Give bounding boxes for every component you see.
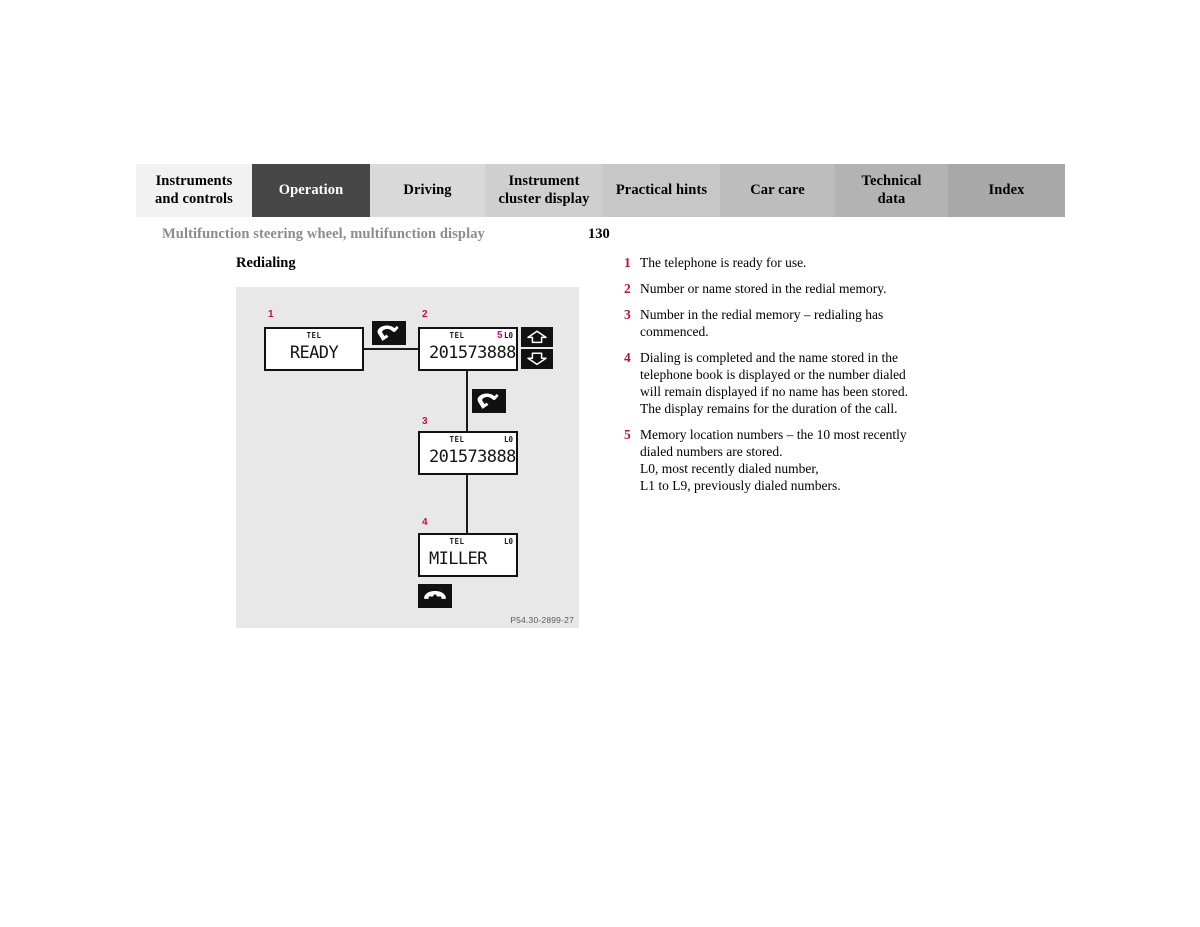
- legend-text: Number in the redial memory – redialing …: [640, 307, 884, 339]
- tab-label: Instruments and controls: [155, 173, 233, 207]
- callout-1: 1: [268, 309, 274, 320]
- tab-practical-hints[interactable]: Practical hints: [603, 164, 720, 217]
- tab-label: Practical hints: [615, 181, 708, 198]
- tab-label: Instrument cluster display: [498, 173, 590, 207]
- running-header-title: Multifunction steering wheel, multifunct…: [162, 226, 485, 242]
- scroll-up-icon[interactable]: [521, 327, 553, 347]
- tab-label: Driving: [403, 181, 452, 198]
- figure-caption: P54.30-2899-27: [510, 615, 574, 625]
- display-value: 201573888: [429, 447, 516, 467]
- display-tel-label: TEL: [306, 331, 322, 340]
- display-value: MILLER: [429, 549, 487, 569]
- legend-item-4: 4 Dialing is completed and the name stor…: [624, 349, 964, 417]
- display-box-3: TEL L0 201573888: [418, 431, 518, 475]
- tab-label: Index: [988, 181, 1025, 198]
- scroll-down-icon[interactable]: [521, 349, 553, 369]
- memory-location-label: L0: [503, 331, 513, 340]
- legend-number: 5: [624, 427, 631, 442]
- legend-number: 3: [624, 307, 631, 322]
- tab-label: Car care: [750, 181, 805, 198]
- page-number: 130: [588, 226, 610, 242]
- connector-box2-to-box3: [466, 371, 468, 431]
- tab-index[interactable]: Index: [948, 164, 1065, 217]
- section-title: Redialing: [236, 255, 296, 271]
- display-value: 201573888: [429, 343, 516, 363]
- tab-car-care[interactable]: Car care: [720, 164, 835, 217]
- callout-4: 4: [422, 517, 428, 528]
- legend-text: Number or name stored in the redial memo…: [640, 281, 887, 296]
- phone-pickup-icon-1[interactable]: [372, 321, 406, 345]
- legend-list: 1 The telephone is ready for use. 2 Numb…: [624, 254, 964, 503]
- memory-location-label: L0: [503, 537, 513, 546]
- legend-item-5: 5 Memory location numbers – the 10 most …: [624, 426, 964, 494]
- display-tel-label: TEL: [449, 537, 465, 546]
- legend-number: 1: [624, 255, 631, 270]
- chapter-tab-bar: Instruments and controls Operation Drivin…: [136, 164, 1065, 217]
- display-box-2: TEL L0 201573888: [418, 327, 518, 371]
- legend-item-2: 2 Number or name stored in the redial me…: [624, 280, 964, 297]
- figure-panel: 1 TEL READY 2 TEL L0 201573888 5 3 TEL L…: [236, 287, 579, 628]
- tab-label: Technical data: [861, 173, 922, 207]
- display-value: READY: [289, 343, 339, 363]
- display-box-1: TEL READY: [264, 327, 364, 371]
- legend-item-3: 3 Number in the redial memory – redialin…: [624, 306, 964, 340]
- phone-pickup-icon-2[interactable]: [472, 389, 506, 413]
- callout-3: 3: [422, 416, 428, 427]
- legend-text: Dialing is completed and the name stored…: [640, 350, 909, 416]
- tab-instrument-cluster-display[interactable]: Instrument cluster display: [485, 164, 603, 217]
- legend-number: 4: [624, 350, 631, 365]
- tab-technical-data[interactable]: Technical data: [835, 164, 948, 217]
- page-root: Instruments and controls Operation Drivin…: [0, 0, 1200, 927]
- tab-instruments-and-controls[interactable]: Instruments and controls: [136, 164, 252, 217]
- phone-hangup-icon[interactable]: [418, 584, 452, 608]
- legend-text: The telephone is ready for use.: [640, 255, 807, 270]
- display-box-4: TEL L0 MILLER: [418, 533, 518, 577]
- tab-driving[interactable]: Driving: [370, 164, 485, 217]
- legend-text: Memory location numbers – the 10 most re…: [640, 427, 907, 493]
- callout-5: 5: [497, 330, 503, 341]
- display-tel-label: TEL: [449, 435, 465, 444]
- tab-label: Operation: [278, 181, 344, 198]
- tab-operation[interactable]: Operation: [252, 164, 370, 217]
- connector-box3-to-box4: [466, 475, 468, 533]
- callout-2: 2: [422, 309, 428, 320]
- legend-item-1: 1 The telephone is ready for use.: [624, 254, 964, 271]
- legend-number: 2: [624, 281, 631, 296]
- memory-location-label: L0: [503, 435, 513, 444]
